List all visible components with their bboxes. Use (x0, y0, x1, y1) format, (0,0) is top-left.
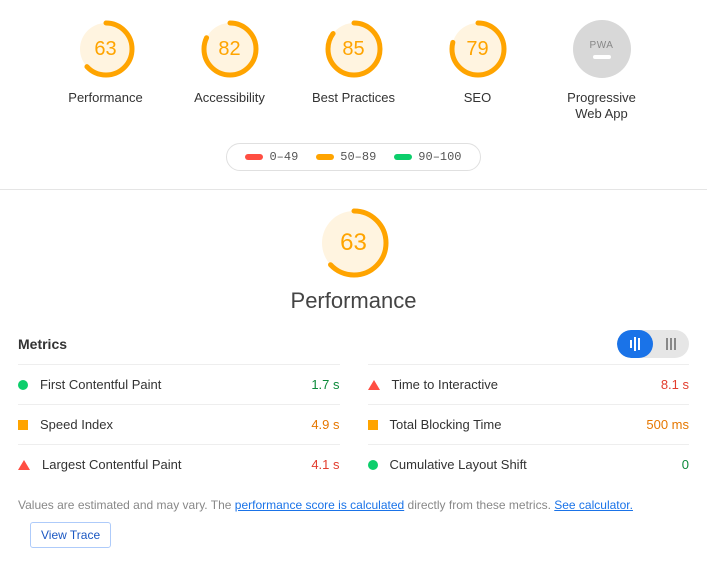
status-marker-icon (368, 380, 380, 390)
gauge-icon: 85 (325, 20, 383, 78)
score-label: Progressive Web App (554, 90, 650, 121)
legend-item: 0–49 (245, 150, 298, 164)
section-score-gauge: 63 (319, 208, 389, 278)
metrics-heading: Metrics (18, 336, 67, 352)
score-accessibility[interactable]: 82 Accessibility (182, 20, 278, 121)
metric-name: Time to Interactive (392, 377, 498, 392)
metric-row[interactable]: Cumulative Layout Shift 0 (368, 444, 690, 484)
score-label: Performance (68, 90, 142, 120)
gauge-icon: 79 (449, 20, 507, 78)
score-performance[interactable]: 63 Performance (58, 20, 154, 121)
metric-row[interactable]: Time to Interactive 8.1 s (368, 364, 690, 404)
metric-value: 1.7 s (311, 377, 339, 392)
legend-range: 90–100 (418, 150, 461, 164)
metric-row[interactable]: Total Blocking Time 500 ms (368, 404, 690, 444)
legend-swatch (316, 154, 334, 160)
metric-value: 0 (682, 457, 689, 472)
metric-name: Speed Index (40, 417, 113, 432)
calculator-link[interactable]: See calculator. (554, 498, 633, 512)
metric-name: Largest Contentful Paint (42, 457, 181, 472)
score-best-practices[interactable]: 85 Best Practices (306, 20, 402, 121)
gauge-icon: 63 (77, 20, 135, 78)
metric-value: 4.1 s (311, 457, 339, 472)
metric-name: First Contentful Paint (40, 377, 161, 392)
metric-value: 500 ms (646, 417, 689, 432)
legend-range: 0–49 (269, 150, 298, 164)
status-marker-icon (368, 460, 378, 470)
score-legend: 0–49 50–89 90–100 (226, 143, 480, 171)
perf-score-link[interactable]: performance score is calculated (235, 498, 404, 512)
metric-row[interactable]: Largest Contentful Paint 4.1 s (18, 444, 340, 484)
metric-row[interactable]: First Contentful Paint 1.7 s (18, 364, 340, 404)
status-marker-icon (368, 420, 378, 430)
view-trace-button[interactable]: View Trace (30, 522, 111, 548)
metric-value: 4.9 s (311, 417, 339, 432)
status-marker-icon (18, 420, 28, 430)
status-marker-icon (18, 380, 28, 390)
score-label: Accessibility (194, 90, 265, 120)
metrics-view-toggle[interactable] (617, 330, 689, 358)
legend-range: 50–89 (340, 150, 376, 164)
section-title: Performance (291, 288, 417, 314)
toggle-collapsed[interactable] (653, 330, 689, 358)
metric-name: Total Blocking Time (390, 417, 502, 432)
score-label: SEO (464, 90, 491, 120)
legend-item: 50–89 (316, 150, 376, 164)
status-marker-icon (18, 460, 30, 470)
score-pwa[interactable]: PWA Progressive Web App (554, 20, 650, 121)
legend-swatch (394, 154, 412, 160)
metrics-grid: First Contentful Paint 1.7 s Time to Int… (0, 358, 707, 484)
score-seo[interactable]: 79 SEO (430, 20, 526, 121)
gauge-icon: 82 (201, 20, 259, 78)
metric-row[interactable]: Speed Index 4.9 s (18, 404, 340, 444)
metric-value: 8.1 s (661, 377, 689, 392)
metric-name: Cumulative Layout Shift (390, 457, 527, 472)
legend-swatch (245, 154, 263, 160)
toggle-expanded[interactable] (617, 330, 653, 358)
score-label: Best Practices (312, 90, 395, 120)
scores-row: 63 Performance 82 Accessibility 85 Best … (0, 0, 707, 131)
pwa-icon: PWA (573, 20, 631, 78)
legend-item: 90–100 (394, 150, 461, 164)
metrics-footnote: Values are estimated and may vary. The p… (0, 484, 707, 522)
